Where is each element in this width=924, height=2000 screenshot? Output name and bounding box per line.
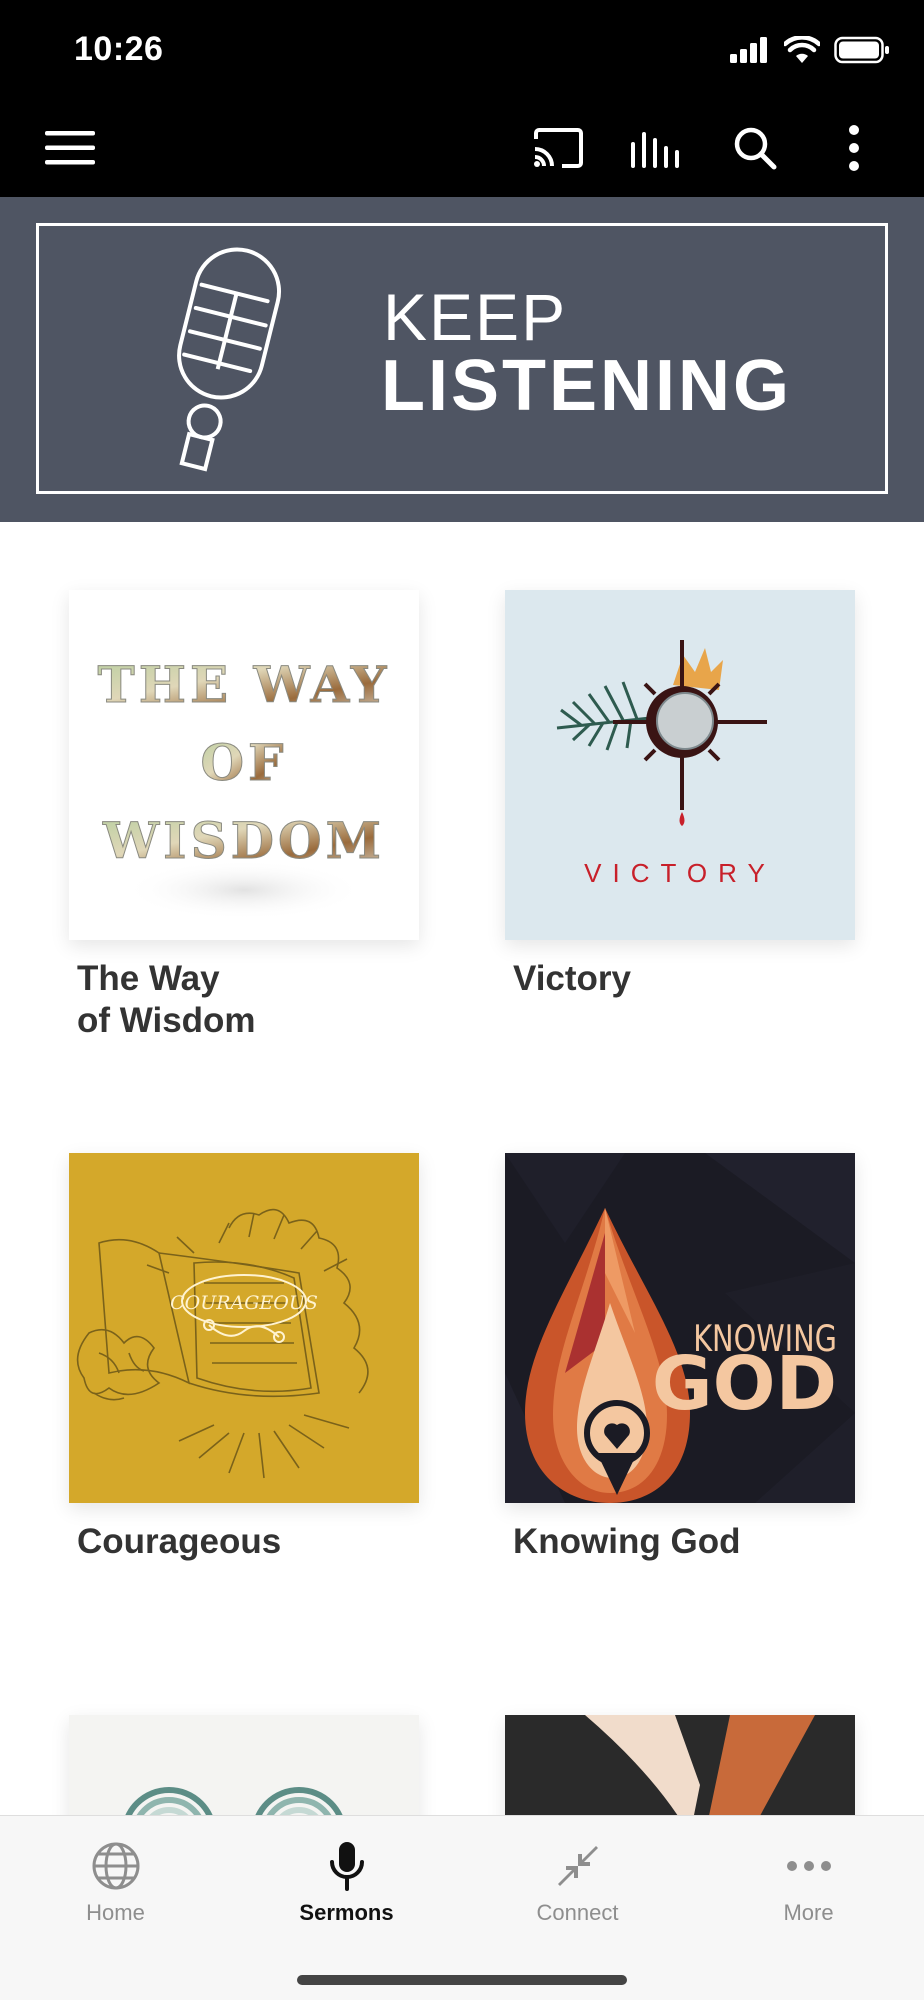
series-card-6[interactable] <box>505 1715 855 1815</box>
tab-connect[interactable]: Connect <box>462 1816 693 1936</box>
banner-line2: LISTENING <box>381 346 793 426</box>
bottom-tab-bar: Home Sermons Connect More <box>0 1815 924 2000</box>
art-line-2: OF <box>200 733 287 792</box>
art-line-3: WISDOM <box>102 811 385 870</box>
tab-sermons[interactable]: Sermons <box>231 1816 462 1936</box>
status-bar: 10:26 <box>0 0 924 100</box>
series-artwork[interactable]: VICTORY <box>505 590 855 940</box>
series-artwork[interactable]: THE WAY OF WISDOM <box>69 590 419 940</box>
series-card-the-way-of-wisdom[interactable]: THE WAY OF WISDOM The Way of Wisdom <box>69 590 419 1042</box>
series-artwork[interactable] <box>69 1715 419 1815</box>
series-artwork[interactable] <box>505 1715 855 1815</box>
sermon-series-grid: THE WAY OF WISDOM The Way of Wisdom VICT… <box>0 522 924 1815</box>
art-title: VICTORY <box>584 858 776 888</box>
series-card-victory[interactable]: VICTORY Victory <box>505 590 855 1000</box>
top-toolbar <box>0 100 924 197</box>
wifi-icon <box>784 36 820 63</box>
tab-label: Home <box>86 1900 145 1925</box>
palm-leaf-icon <box>556 681 651 751</box>
tab-home[interactable]: Home <box>0 1816 231 1936</box>
tab-label: Sermons <box>299 1900 394 1925</box>
banner-frame: KEEP LISTENING <box>36 223 888 494</box>
series-title[interactable]: Courageous <box>69 1521 419 1563</box>
series-card-knowing-god[interactable]: KNOWING GOD Knowing God <box>505 1153 855 1563</box>
series-card-courageous[interactable]: COURAGEOUS Courageous <box>69 1153 419 1563</box>
collapse-arrows-icon <box>556 1838 600 1894</box>
series-artwork[interactable]: KNOWING GOD <box>505 1153 855 1503</box>
overflow-menu-icon[interactable] <box>826 120 882 176</box>
series-title[interactable]: Victory <box>505 958 855 1000</box>
status-time: 10:26 <box>74 30 164 68</box>
keep-listening-banner: KEEP LISTENING <box>0 197 924 522</box>
cast-icon[interactable] <box>530 120 586 176</box>
battery-icon <box>834 36 889 64</box>
art-line-2: GOD <box>652 1341 837 1427</box>
more-dots-icon <box>786 1838 832 1894</box>
microphone-logo-icon <box>177 247 282 472</box>
search-icon[interactable] <box>727 120 783 176</box>
series-title[interactable]: The Way of Wisdom <box>69 958 419 1042</box>
art-title: COURAGEOUS <box>170 1292 318 1314</box>
series-artwork[interactable]: COURAGEOUS <box>69 1153 419 1503</box>
audio-bars-icon[interactable] <box>628 120 684 176</box>
home-indicator[interactable] <box>297 1975 627 1985</box>
series-card-5[interactable] <box>69 1715 419 1815</box>
microphone-icon <box>327 1838 367 1894</box>
art-line-1: THE WAY <box>98 655 391 714</box>
tab-more[interactable]: More <box>693 1816 924 1936</box>
globe-icon <box>91 1838 141 1894</box>
cellular-signal-icon <box>730 37 767 63</box>
tab-label: Connect <box>536 1900 619 1925</box>
status-icons <box>730 36 890 64</box>
series-title[interactable]: Knowing God <box>505 1521 855 1563</box>
hamburger-menu-icon[interactable] <box>42 120 98 176</box>
banner-line1: KEEP <box>383 280 568 354</box>
tab-label: More <box>783 1900 834 1925</box>
